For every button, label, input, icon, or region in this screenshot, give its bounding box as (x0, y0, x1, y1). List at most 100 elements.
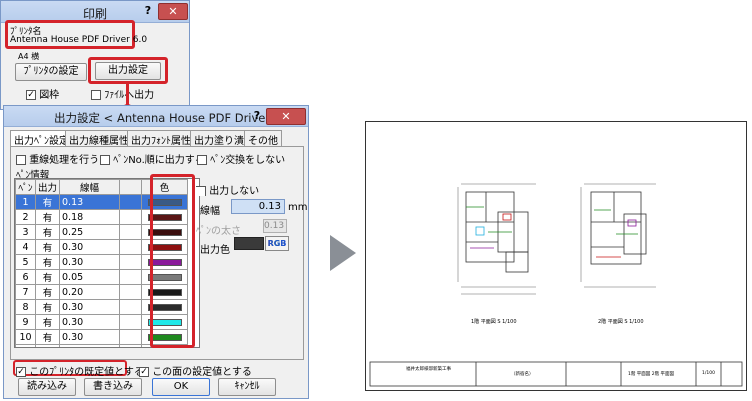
checkbox-icon: ✓ (16, 367, 26, 377)
arrow-right-icon (330, 235, 356, 271)
pen-width-cell: 0.30 (59, 344, 120, 347)
line-width-label: 線幅 (200, 206, 220, 217)
pen-spacer-cell (119, 239, 142, 255)
no-output-check[interactable]: 出力しない (196, 182, 259, 197)
pen-width-cell: 0.30 (59, 314, 120, 330)
pen-output-cell: 有 (35, 344, 60, 347)
close-button[interactable]: ✕ (158, 3, 188, 20)
pen-spacer-cell (119, 254, 142, 270)
drawing-frame-check[interactable]: ✓ 図枠 (26, 86, 59, 101)
help-icon[interactable]: ? (141, 4, 155, 18)
screen-checkbox-label: この面の設定値とする (152, 367, 252, 378)
pen-width-cell: 0.30 (59, 254, 120, 270)
pen-order-option[interactable]: ﾍﾟﾝNo.順に出力する (100, 151, 205, 166)
pen-width-cell: 0.18 (59, 209, 120, 225)
screen-checkbox[interactable]: ✓ この面の設定値とする (139, 363, 252, 378)
output-color-swatch[interactable] (234, 237, 264, 250)
output-color-label: 出力色 (200, 245, 230, 256)
pen-no-cell: 4 (15, 239, 36, 255)
title-block-sheet: 1階 平面図 2階 平面図 (628, 372, 675, 377)
col-spacer (119, 179, 142, 195)
file-output-check[interactable]: ﾌｧｲﾙへ出力 (91, 86, 154, 101)
color-column-highlight (150, 174, 195, 348)
close-button[interactable]: ✕ (266, 108, 306, 125)
checkbox-icon: ✓ (139, 367, 149, 377)
tab-font[interactable]: 出力ﾌｫﾝﾄ属性 (127, 130, 195, 147)
pen-output-cell: 有 (35, 299, 60, 315)
floor-plans (369, 183, 743, 387)
pen-output-cell: 有 (35, 224, 60, 240)
help-icon[interactable]: ? (250, 109, 264, 123)
thickness-field: 0.13 (263, 219, 287, 233)
pen-width-cell: 0.05 (59, 269, 120, 285)
pen-output-cell: 有 (35, 209, 60, 225)
output-settings-dialog: 出力設定 < Antenna House PDF Driver 6.0 > ? … (3, 105, 309, 399)
col-pen: ﾍﾟﾝ (15, 179, 36, 195)
rgb-button[interactable]: RGB (265, 236, 289, 251)
print-dialog: 印刷 ? ✕ ﾌﾟﾘﾝﾀ名 Antenna House PDF Driver 6… (0, 0, 190, 110)
checkbox-icon (196, 186, 206, 196)
line-width-unit: mm (288, 202, 308, 213)
title-block-name: （新宿名） (511, 372, 534, 377)
file-output-label: ﾌｧｲﾙへ出力 (104, 90, 155, 101)
pen-spacer-cell (119, 269, 142, 285)
pen-no-cell: 1 (15, 194, 36, 210)
pen-spacer-cell (119, 329, 142, 345)
line-width-field[interactable]: 0.13 (231, 199, 285, 214)
default-checkbox-label: このﾌﾟﾘﾝﾀの既定値とする (29, 367, 144, 378)
rgb-label: RGB (267, 239, 287, 248)
default-checkbox[interactable]: ✓ このﾌﾟﾘﾝﾀの既定値とする (16, 363, 144, 378)
checkbox-icon (100, 155, 110, 165)
printer-settings-button[interactable]: ﾌﾟﾘﾝﾀの設定 (15, 63, 87, 81)
pen-output-cell: 有 (35, 194, 60, 210)
no-pen-change-option[interactable]: ﾍﾟﾝ交換をしない (197, 151, 285, 166)
ok-button[interactable]: OK (152, 378, 210, 396)
tab-output-pen[interactable]: 出力ﾍﾟﾝ設定 (10, 130, 73, 147)
pen-width-cell: 0.13 (59, 194, 120, 210)
output-dialog-titlebar: 出力設定 < Antenna House PDF Driver 6.0 > ? … (4, 106, 308, 127)
no-output-label: 出力しない (209, 186, 260, 197)
pen-no-cell: 8 (15, 299, 36, 315)
pen-width-cell: 0.20 (59, 284, 120, 300)
pen-no-cell: 6 (15, 269, 36, 285)
pen-output-cell: 有 (35, 269, 60, 285)
floor-plan-2-color (594, 209, 638, 258)
pen-output-cell: 有 (35, 254, 60, 270)
pen-spacer-cell (119, 299, 142, 315)
floor-plan-1 (457, 183, 536, 295)
tab-line-type[interactable]: 出力線種属性 (65, 130, 133, 147)
drawing-preview: 1階 平面図 S 1/100 2階 平面図 S 1/100 福井太郎様邸新築工事… (365, 121, 747, 391)
overlap-option[interactable]: 重線処理を行う (16, 151, 99, 166)
load-button[interactable]: 読み込み (18, 378, 76, 396)
no-pen-change-option-label: ﾍﾟﾝ交換をしない (210, 155, 286, 166)
save-button[interactable]: 書き込み (84, 378, 142, 396)
pen-width-cell: 0.30 (59, 239, 120, 255)
pen-width-cell: 0.25 (59, 224, 120, 240)
checkbox-icon: ✓ (26, 90, 36, 100)
pen-no-cell: 5 (15, 254, 36, 270)
connector-line (126, 83, 129, 105)
output-settings-button[interactable]: 出力設定 (95, 62, 161, 80)
cancel-button[interactable]: ｷｬﾝｾﾙ (218, 378, 276, 396)
thickness-label: ﾍﾟﾝの太さ (196, 226, 241, 237)
pen-width-cell: 0.30 (59, 299, 120, 315)
pen-no-cell: 11 (15, 344, 36, 347)
checkbox-icon (197, 155, 207, 165)
pen-no-cell: 10 (15, 329, 36, 345)
title-block-project: 福井太郎様邸新築工事 (406, 367, 451, 372)
pen-spacer-cell (119, 224, 142, 240)
tab-other[interactable]: その他 (244, 130, 282, 147)
paper-size: A4 横 (18, 52, 40, 61)
pen-spacer-cell (119, 194, 142, 210)
checkbox-icon (91, 90, 101, 100)
pen-width-cell: 0.30 (59, 329, 120, 345)
col-output: 出力 (35, 179, 60, 195)
overlap-option-label: 重線処理を行う (29, 155, 100, 166)
pen-spacer-cell (119, 344, 142, 347)
col-width: 線幅 (59, 179, 120, 195)
pen-output-cell: 有 (35, 239, 60, 255)
drawing-frame-label: 図枠 (39, 90, 60, 101)
title-block-scale: 1/100 (702, 371, 715, 376)
pen-no-cell: 7 (15, 284, 36, 300)
pen-output-cell: 有 (35, 314, 60, 330)
